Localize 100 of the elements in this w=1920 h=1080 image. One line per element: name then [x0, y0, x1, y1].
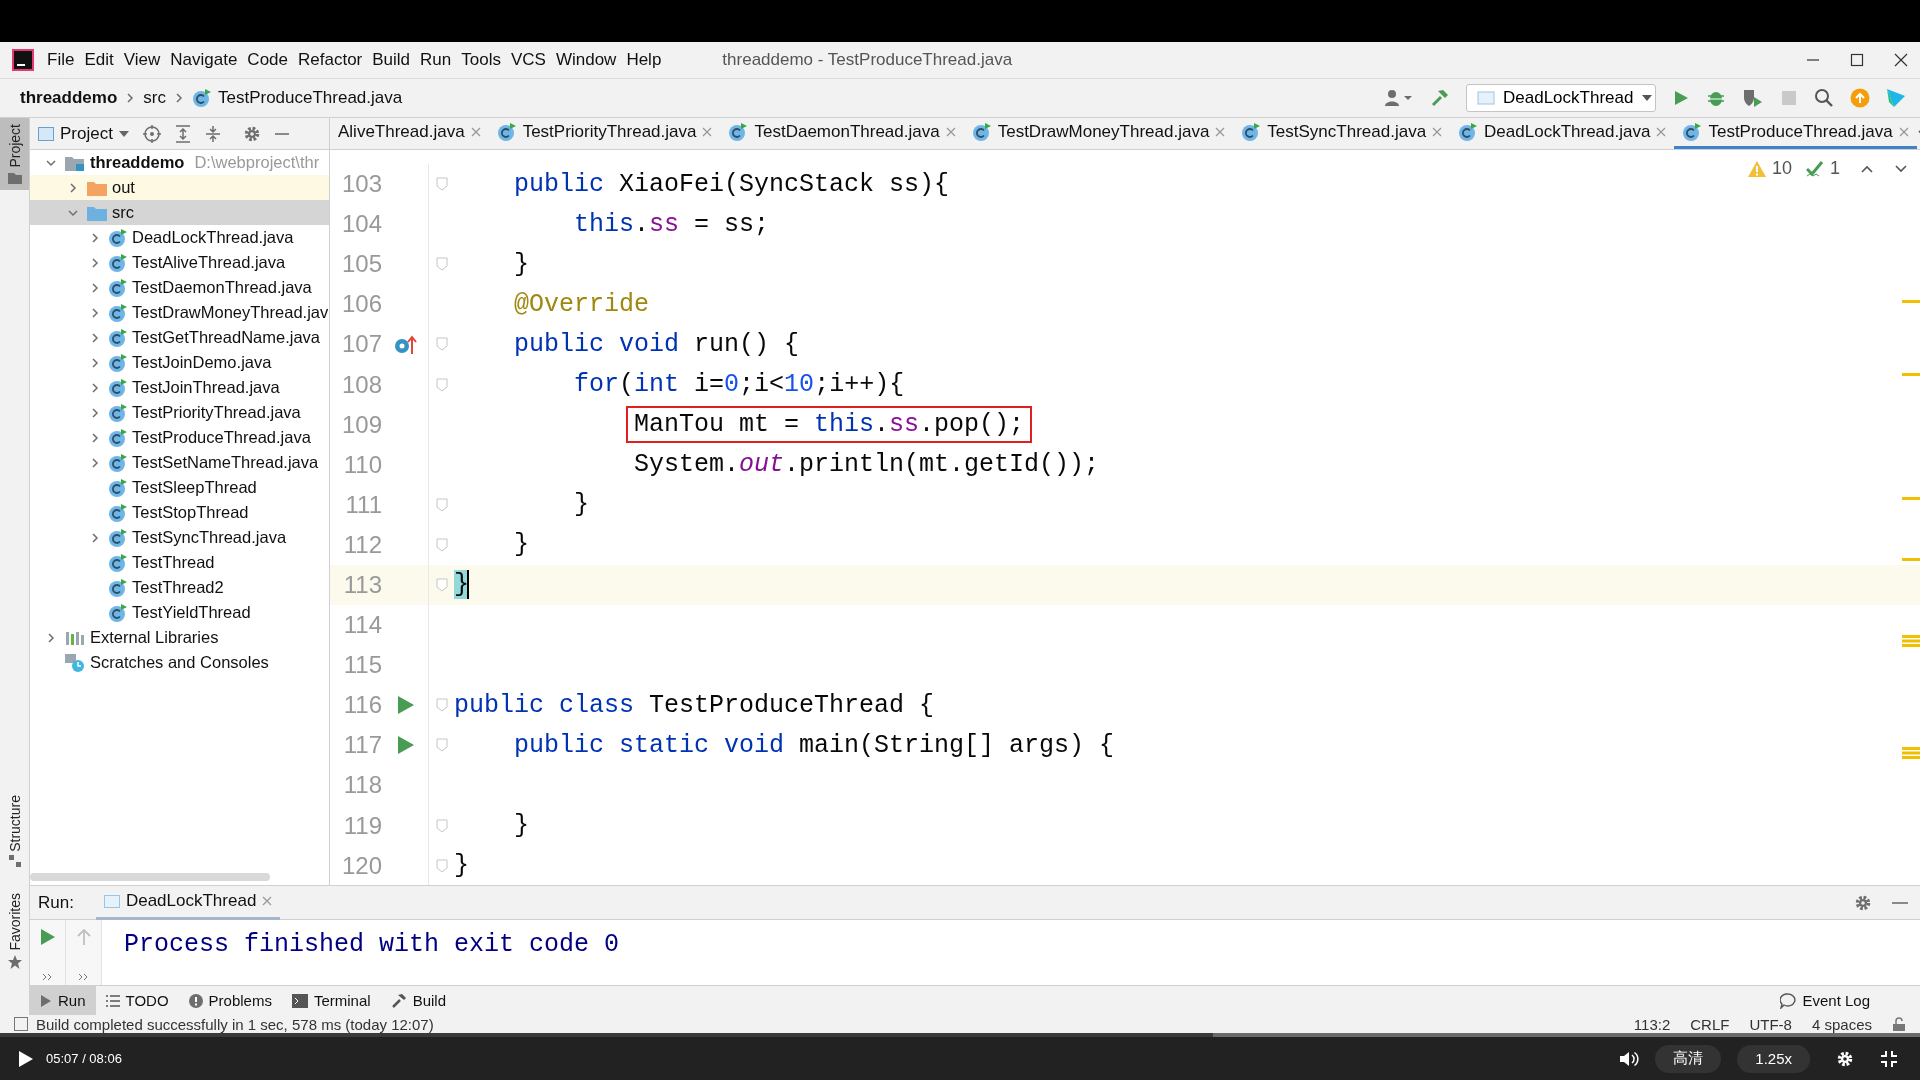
hammer-icon[interactable]	[1430, 88, 1450, 108]
close-icon[interactable]	[1894, 53, 1908, 67]
event-log-button[interactable]: Event Log	[1770, 986, 1880, 1015]
menu-item[interactable]: Run	[415, 46, 457, 74]
tool-window-tab[interactable]: Favorites	[0, 887, 29, 975]
tree-item[interactable]: Scratches and Consoles	[90, 653, 269, 672]
editor-tab[interactable]: TestSyncThread.java	[1233, 118, 1451, 149]
tree-item[interactable]: TestThread	[132, 553, 215, 572]
video-progress-bar[interactable]	[0, 1033, 1920, 1037]
tree-item[interactable]: TestProduceThread.java	[132, 428, 311, 447]
tree-item[interactable]: TestSyncThread.java	[132, 528, 287, 547]
fold-marker-icon[interactable]	[435, 177, 448, 192]
menu-item[interactable]: Code	[242, 46, 293, 74]
shield-run-icon[interactable]	[1742, 88, 1764, 108]
volume-icon[interactable]	[1619, 1049, 1640, 1068]
locate-icon[interactable]	[142, 124, 161, 143]
more-icon[interactable]	[77, 973, 90, 981]
breadcrumb-item[interactable]: threaddemo	[20, 88, 118, 108]
error-stripe-mark[interactable]	[1902, 747, 1920, 759]
collapse-all-icon[interactable]	[204, 124, 221, 143]
fold-marker-icon[interactable]	[435, 497, 448, 512]
indent-setting[interactable]: 4 spaces	[1811, 1015, 1872, 1033]
tree-item[interactable]: TestGetThreadName.java	[132, 328, 320, 347]
close-tab-icon[interactable]	[945, 127, 956, 137]
tree-item[interactable]: src	[112, 203, 134, 222]
tree-item[interactable]: TestStopThread	[132, 503, 249, 522]
menu-item[interactable]: VCS	[505, 46, 551, 74]
tree-item[interactable]: DeadLockThread.java	[132, 228, 294, 247]
tool-window-button[interactable]: Problems	[178, 986, 282, 1015]
editor-tab[interactable]: DeadLockThread.java	[1450, 118, 1675, 149]
breadcrumb-item[interactable]: TestProduceThread.java	[217, 88, 403, 108]
close-tab-icon[interactable]	[1432, 127, 1443, 137]
tree-item[interactable]: TestSleepThread	[132, 478, 257, 497]
close-tab-icon[interactable]	[1656, 127, 1667, 137]
close-tab-icon[interactable]	[702, 127, 713, 137]
project-view-dropdown[interactable]: Project	[38, 123, 129, 144]
fold-marker-icon[interactable]	[435, 738, 448, 753]
tree-item[interactable]: TestThread2	[132, 578, 224, 597]
run-configuration-dropdown[interactable]: DeadLockThread	[1466, 84, 1656, 112]
menu-item[interactable]: Build	[367, 46, 416, 74]
search-icon[interactable]	[1814, 88, 1834, 108]
fold-marker-icon[interactable]	[435, 818, 448, 833]
menu-item[interactable]: View	[118, 46, 166, 74]
rerun-icon[interactable]	[39, 928, 56, 946]
fold-marker-icon[interactable]	[435, 578, 448, 592]
fold-marker-icon[interactable]	[435, 698, 448, 713]
more-icon[interactable]	[41, 973, 54, 981]
menu-item[interactable]: Refactor	[293, 46, 368, 74]
user-dropdown-icon[interactable]	[1384, 89, 1414, 107]
menu-item[interactable]: Navigate	[165, 46, 243, 74]
quality-button[interactable]: 高清	[1655, 1044, 1722, 1073]
fold-marker-icon[interactable]	[435, 858, 448, 873]
close-tab-icon[interactable]	[1898, 127, 1909, 137]
speed-button[interactable]: 1.25x	[1737, 1044, 1810, 1073]
editor-tab[interactable]: AliveThread.java	[330, 118, 489, 149]
tree-item[interactable]: out	[112, 178, 135, 197]
tool-window-button[interactable]: Run	[30, 986, 96, 1015]
fold-marker-icon[interactable]	[435, 337, 448, 352]
editor-tab[interactable]: TestPriorityThread.java	[488, 118, 721, 149]
expand-all-icon[interactable]	[174, 124, 191, 143]
settings-icon[interactable]	[1836, 1049, 1854, 1068]
fold-marker-icon[interactable]	[435, 537, 448, 552]
play-icon[interactable]	[18, 1049, 34, 1068]
close-tab-icon[interactable]	[470, 127, 481, 137]
panel-toggle-icon[interactable]	[14, 1017, 28, 1031]
tool-window-button[interactable]: Build	[380, 986, 456, 1015]
file-encoding[interactable]: UTF-8	[1749, 1015, 1792, 1033]
tree-item[interactable]: TestDaemonThread.java	[132, 278, 312, 297]
tool-window-button[interactable]: TODO	[95, 986, 179, 1015]
close-tab-icon[interactable]	[1215, 127, 1226, 137]
menu-item[interactable]: Window	[550, 46, 622, 74]
run-icon[interactable]	[395, 694, 415, 717]
tree-item[interactable]: threaddemo	[90, 153, 185, 172]
next-highlight-icon[interactable]	[1894, 163, 1908, 174]
menu-item[interactable]: Tools	[456, 46, 506, 74]
tree-item[interactable]: TestJoinDemo.java	[132, 353, 272, 372]
breadcrumb-item[interactable]: src	[143, 88, 166, 108]
warning-count[interactable]: 10	[1771, 158, 1792, 179]
scrollbar[interactable]	[30, 873, 270, 881]
fold-marker-icon[interactable]	[435, 377, 448, 392]
menu-item[interactable]: File	[42, 46, 80, 74]
error-stripe-mark[interactable]	[1902, 635, 1920, 647]
tree-item[interactable]: TestJoinThread.java	[132, 378, 280, 397]
maximize-icon[interactable]	[1850, 53, 1864, 67]
app-logo-icon[interactable]	[1886, 88, 1906, 108]
tree-item[interactable]: TestYieldThread	[132, 603, 251, 622]
previous-highlight-icon[interactable]	[1860, 163, 1874, 174]
tree-item[interactable]: TestPriorityThread.java	[132, 403, 301, 422]
tool-window-button[interactable]: Terminal	[281, 986, 381, 1015]
tree-item[interactable]: External Libraries	[90, 628, 219, 647]
caret-position[interactable]: 113:2	[1633, 1015, 1671, 1033]
exit-fullscreen-icon[interactable]	[1880, 1049, 1898, 1068]
tree-item[interactable]: TestSetNameThread.java	[132, 453, 319, 472]
tool-window-tab[interactable]: Project	[0, 118, 29, 190]
menu-item[interactable]: Edit	[79, 46, 119, 74]
line-separator[interactable]: CRLF	[1690, 1015, 1730, 1033]
weak-warning-count[interactable]: 1	[1830, 158, 1840, 179]
run-icon[interactable]	[1672, 89, 1690, 107]
editor-tab[interactable]: TestDaemonThread.java	[720, 118, 964, 149]
tree-item[interactable]: TestDrawMoneyThread.jav	[132, 303, 329, 322]
